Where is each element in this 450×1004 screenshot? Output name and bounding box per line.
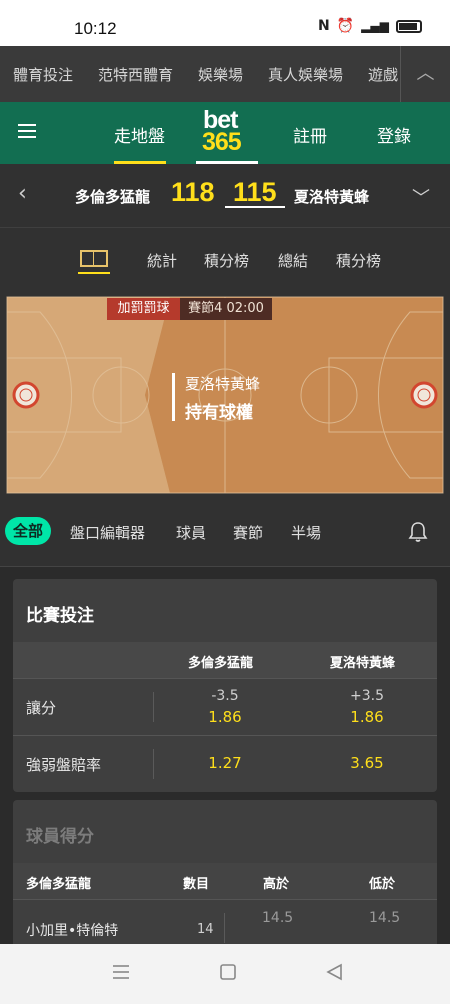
tab-standings-2[interactable]: 積分榜	[336, 250, 381, 271]
court-tab-active-indicator	[78, 272, 110, 274]
col-under: 低於	[369, 877, 396, 892]
chevron-down-icon[interactable]: ﹀	[412, 184, 430, 210]
spread-away-line: +3.5	[350, 688, 384, 704]
left-hoop-icon	[12, 381, 40, 409]
moneyline-label: 強弱盤賠率	[26, 756, 102, 774]
markets-content: 比賽投注 多倫多猛龍 夏洛特黃蜂 讓分 -3.5 1.86 +3.5 1.86 …	[0, 567, 450, 944]
category-nav: 體育投注 范特西體育 娛樂場 真人娛樂場 遊戲	[0, 46, 450, 102]
col-team: 多倫多猛龍	[26, 877, 92, 892]
possession-team: 夏洛特黃蜂	[185, 375, 261, 393]
register-button[interactable]: 註冊	[293, 122, 327, 147]
match-betting-title[interactable]: 比賽投注	[26, 601, 94, 626]
market-filter: 全部 盤口編輯器 球員 賽節 半場	[0, 499, 450, 567]
cat-games[interactable]: 遊戲	[368, 64, 398, 85]
player-name: 小加里•特倫特	[26, 923, 119, 939]
cat-live-casino[interactable]: 真人娛樂場	[268, 64, 343, 85]
player-count: 14	[197, 922, 214, 937]
match-tabs: 統計 積分榜 總結 積分榜	[0, 228, 450, 294]
player-points-card: 球員得分 多倫多猛龍 數目 高於 低於 小加里•特倫特 14 14.5 14.5	[13, 800, 437, 944]
filter-halves[interactable]: 半場	[291, 522, 321, 543]
cat-fantasy[interactable]: 范特西體育	[98, 64, 173, 85]
back-icon	[326, 963, 342, 981]
status-bar: 10:12 N ⏰ ▂▄▆	[0, 0, 450, 46]
player-over[interactable]: 14.5	[262, 910, 293, 926]
bell-icon[interactable]	[408, 521, 428, 543]
match-betting-card: 比賽投注 多倫多猛龍 夏洛特黃蜂 讓分 -3.5 1.86 +3.5 1.86 …	[13, 579, 437, 792]
col-home-team: 多倫多猛龍	[188, 656, 254, 671]
login-button[interactable]: 登錄	[377, 122, 411, 147]
cat-casino[interactable]: 娛樂場	[198, 64, 243, 85]
chevron-left-icon[interactable]: ‹	[18, 181, 27, 206]
alarm-icon: ⏰	[336, 18, 355, 34]
filter-bet-builder[interactable]: 盤口編輯器	[70, 522, 145, 543]
col-away-team: 夏洛特黃蜂	[330, 656, 396, 671]
spread-away-odds[interactable]: 1.86	[297, 708, 437, 726]
moneyline-home-odds[interactable]: 1.27	[155, 754, 295, 772]
status-time: 10:12	[74, 19, 117, 38]
possession-indicator	[172, 373, 175, 421]
tab-summary[interactable]: 總結	[278, 250, 308, 271]
right-hoop-icon	[410, 381, 438, 409]
cat-sports[interactable]: 體育投注	[13, 64, 73, 85]
away-team-name: 夏洛特黃蜂	[294, 188, 370, 206]
tab-stats[interactable]: 統計	[147, 250, 177, 271]
spread-home-line: -3.5	[211, 688, 239, 704]
possession-label: 持有球權	[185, 403, 253, 423]
row-divider	[153, 692, 154, 722]
nfc-icon: N	[318, 18, 330, 34]
spread-label: 讓分	[26, 699, 57, 717]
menu-icon[interactable]	[18, 124, 36, 138]
signal-icon: ▂▄▆	[361, 19, 389, 33]
match-betting-header: 多倫多猛龍 夏洛特黃蜂	[13, 642, 437, 678]
player-under[interactable]: 14.5	[369, 910, 400, 926]
away-score: 115	[233, 177, 277, 207]
scoreboard: ‹ 多倫多猛龍 118 115 夏洛特黃蜂 ﹀	[0, 164, 450, 228]
home-score: 118	[171, 177, 215, 207]
court-visualization	[0, 294, 450, 499]
recents-icon	[113, 965, 129, 979]
event-badge: 加罰罰球	[107, 298, 180, 320]
row-divider	[224, 913, 225, 943]
nav-inplay[interactable]: 走地盤	[114, 122, 165, 147]
moneyline-row: 強弱盤賠率 1.27 3.65	[13, 735, 437, 792]
filter-players[interactable]: 球員	[176, 522, 206, 543]
chevron-up-icon[interactable]: ︿	[401, 46, 450, 102]
col-over: 高於	[263, 877, 290, 892]
filter-quarters[interactable]: 賽節	[233, 522, 263, 543]
score-indicator	[225, 206, 285, 208]
period-badge: 賽節4 02:00	[180, 298, 272, 320]
spread-row: 讓分 -3.5 1.86 +3.5 1.86	[13, 678, 437, 735]
battery-icon	[395, 19, 422, 33]
logo-365[interactable]: 365	[202, 130, 242, 155]
home-team-name: 多倫多猛龍	[75, 188, 151, 206]
court-icon[interactable]	[80, 250, 108, 267]
moneyline-away-odds[interactable]: 3.65	[297, 754, 437, 772]
filter-all[interactable]: 全部	[5, 517, 51, 545]
home-icon	[220, 964, 236, 980]
status-icons: N ⏰ ▂▄▆	[318, 18, 422, 34]
player-points-header: 多倫多猛龍 數目 高於 低於	[13, 863, 437, 899]
player-row: 小加里•特倫特 14 14.5 14.5	[13, 899, 437, 944]
row-divider	[153, 749, 154, 779]
player-points-title[interactable]: 球員得分	[26, 822, 94, 847]
spread-home-odds[interactable]: 1.86	[155, 708, 295, 726]
main-header: 走地盤 bet 365 註冊 登錄	[0, 102, 450, 164]
system-nav-bar	[0, 944, 450, 1000]
system-nav-graphic	[113, 963, 342, 981]
col-count: 數目	[183, 877, 210, 892]
court-graphic	[6, 296, 444, 494]
tab-standings[interactable]: 積分榜	[204, 250, 249, 271]
